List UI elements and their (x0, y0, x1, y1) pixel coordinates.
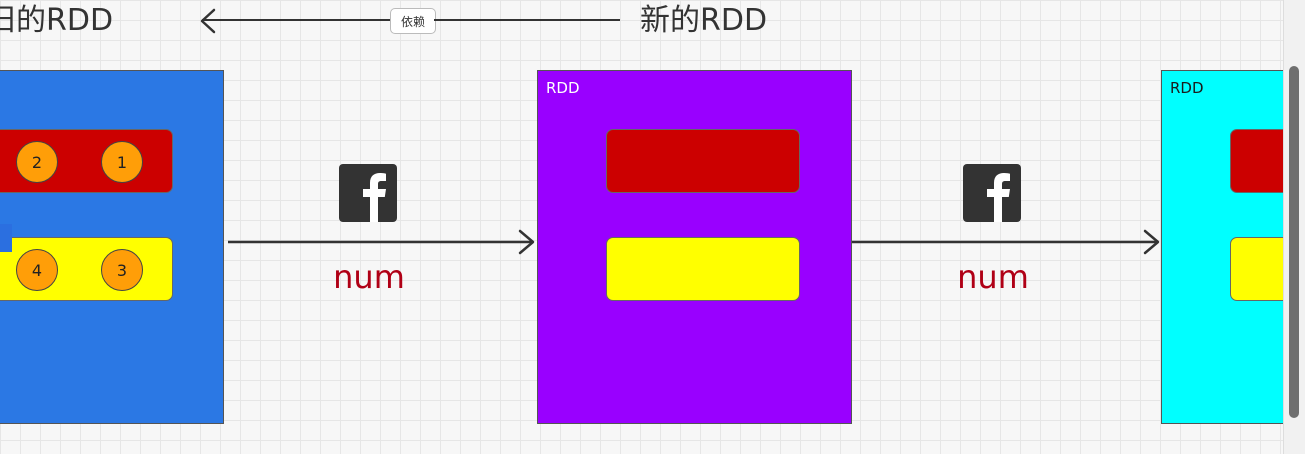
function-icon (963, 164, 1021, 222)
element-ball[interactable]: 4 (16, 249, 58, 291)
function-label: num (333, 258, 405, 296)
dependency-arrow-line-right (434, 19, 620, 21)
element-ball[interactable]: 3 (101, 249, 143, 291)
new-rdd-title: 新的RDD (640, 3, 768, 38)
element-ball[interactable]: 2 (16, 141, 58, 183)
partition-yellow[interactable] (1230, 237, 1284, 301)
scrollbar-thumb[interactable] (1289, 66, 1299, 418)
diagram-canvas: 旧的RDD 依赖 新的RDD 2 1 4 3 num RDD num RDD (0, 0, 1284, 454)
partition-yellow[interactable] (606, 237, 800, 301)
rdd-label: RDD (546, 79, 580, 97)
partition-red[interactable] (1230, 129, 1284, 193)
transform-arrow-2 (852, 229, 1160, 255)
partition-yellow[interactable]: 4 3 (0, 237, 173, 301)
rdd-box-middle[interactable]: RDD (537, 70, 852, 424)
old-rdd-title: 旧的RDD (0, 3, 114, 38)
rdd-label: RDD (1170, 79, 1204, 97)
partition-red[interactable]: 2 1 (0, 129, 173, 193)
dependency-tag[interactable]: 依赖 (390, 8, 436, 34)
transform-arrow-1 (228, 229, 535, 255)
rdd-box-source[interactable]: 2 1 4 3 (0, 70, 224, 424)
dependency-arrowhead (200, 8, 216, 34)
dependency-arrow-line-left (202, 19, 390, 21)
left-edge-selection (0, 224, 12, 252)
function-icon (339, 164, 397, 222)
partition-red[interactable] (606, 129, 800, 193)
function-label: num (957, 258, 1029, 296)
rdd-box-result[interactable]: RDD (1161, 70, 1284, 424)
element-ball[interactable]: 1 (101, 141, 143, 183)
